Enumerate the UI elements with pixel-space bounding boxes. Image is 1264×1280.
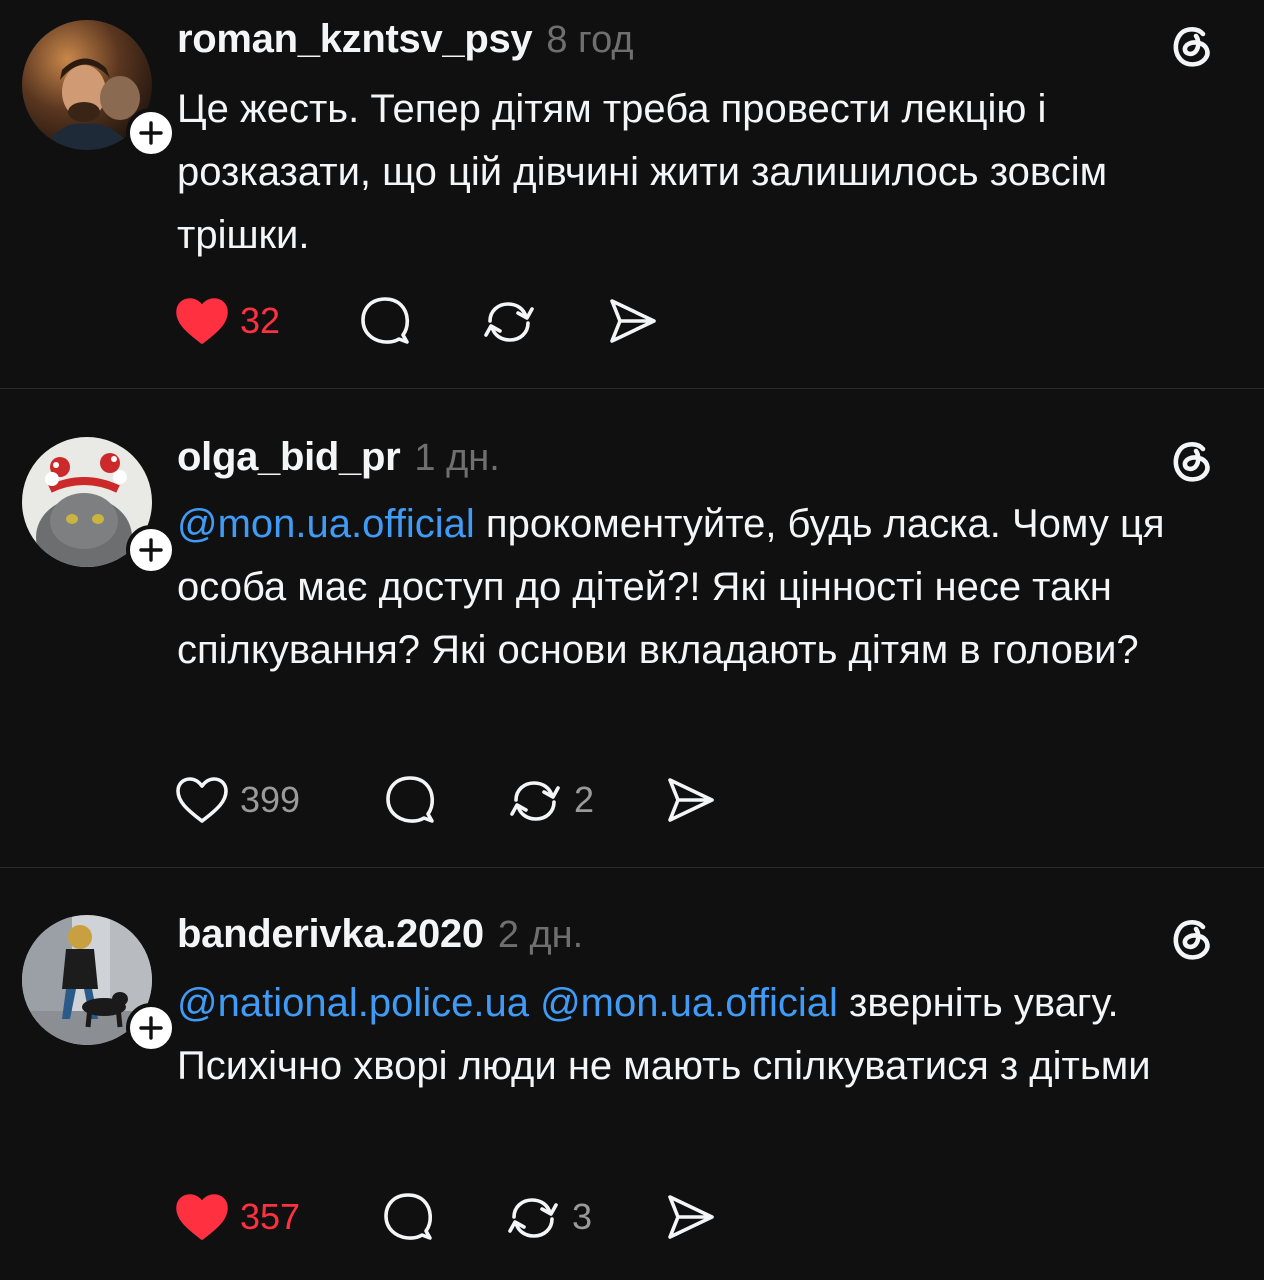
- like-count: 32: [240, 300, 281, 341]
- post-1: roman_kzntsv_psy 8 год Це жесть. Тепер д…: [0, 0, 1264, 388]
- avatar-wrap: [22, 437, 176, 575]
- reply-button[interactable]: [357, 293, 413, 349]
- repost-count: 3: [572, 1196, 593, 1237]
- send-icon: [668, 778, 714, 822]
- comment-bubble-icon: [384, 1193, 433, 1240]
- heart-icon: [176, 1194, 228, 1240]
- threads-logo-icon[interactable]: [1166, 435, 1218, 487]
- username[interactable]: roman_kzntsv_psy: [177, 17, 533, 62]
- text-segment: [529, 981, 540, 1025]
- post-text: Це жесть. Тепер дітям треба провести лек…: [177, 78, 1237, 267]
- post-header: roman_kzntsv_psy 8 год: [177, 17, 634, 77]
- send-icon: [610, 299, 656, 343]
- like-button[interactable]: 357: [174, 1189, 300, 1245]
- repost-icon: [508, 1198, 558, 1238]
- text-segment: Це жесть. Тепер дітям треба провести лек…: [177, 87, 1108, 257]
- repost-icon: [484, 302, 534, 342]
- repost-count: 2: [574, 779, 595, 820]
- mention-link[interactable]: @mon.ua.official: [177, 502, 475, 546]
- follow-button[interactable]: [126, 108, 176, 158]
- avatar-wrap: [22, 20, 176, 158]
- like-count: 357: [240, 1196, 301, 1237]
- post-text: @national.police.ua @mon.ua.official зве…: [177, 972, 1237, 1098]
- threads-logo-icon[interactable]: [1166, 913, 1218, 965]
- post-time: 2 дн.: [497, 914, 584, 956]
- follow-button[interactable]: [126, 1003, 176, 1053]
- repost-button[interactable]: 3: [504, 1189, 592, 1245]
- post-header: olga_bid_pr 1 дн.: [177, 435, 500, 495]
- post-header: banderivka.2020 2 дн.: [177, 912, 583, 972]
- plus-icon: [139, 121, 163, 145]
- repost-icon: [510, 781, 560, 821]
- heart-icon: [176, 298, 228, 344]
- like-button[interactable]: 32: [174, 293, 280, 349]
- post-3: banderivka.2020 2 дн. @national.police.u…: [0, 868, 1264, 1280]
- avatar-wrap: [22, 915, 176, 1053]
- username[interactable]: banderivka.2020: [177, 912, 484, 957]
- share-button[interactable]: [662, 1189, 718, 1245]
- plus-icon: [139, 1016, 163, 1040]
- mention-link[interactable]: @mon.ua.official: [540, 981, 838, 1025]
- threads-logo-icon[interactable]: [1166, 20, 1218, 72]
- follow-button[interactable]: [126, 525, 176, 575]
- send-icon: [668, 1195, 714, 1239]
- heart-icon: [176, 777, 228, 823]
- repost-button[interactable]: [480, 293, 538, 349]
- mention-link[interactable]: @national.police.ua: [177, 981, 529, 1025]
- plus-icon: [139, 538, 163, 562]
- username[interactable]: olga_bid_pr: [177, 435, 401, 480]
- share-button[interactable]: [662, 772, 718, 828]
- post-time: 8 год: [546, 19, 634, 61]
- post-text: @mon.ua.official прокоментуйте, будь лас…: [177, 493, 1237, 682]
- comment-bubble-icon: [386, 776, 435, 823]
- reply-button[interactable]: [382, 772, 438, 828]
- like-button[interactable]: 399: [174, 772, 300, 828]
- post-time: 1 дн.: [414, 437, 500, 479]
- post-2: olga_bid_pr 1 дн. @mon.ua.official проко…: [0, 389, 1264, 867]
- share-button[interactable]: [604, 293, 660, 349]
- repost-button[interactable]: 2: [506, 772, 594, 828]
- reply-button[interactable]: [380, 1189, 436, 1245]
- like-count: 399: [240, 779, 301, 820]
- comment-bubble-icon: [361, 297, 410, 344]
